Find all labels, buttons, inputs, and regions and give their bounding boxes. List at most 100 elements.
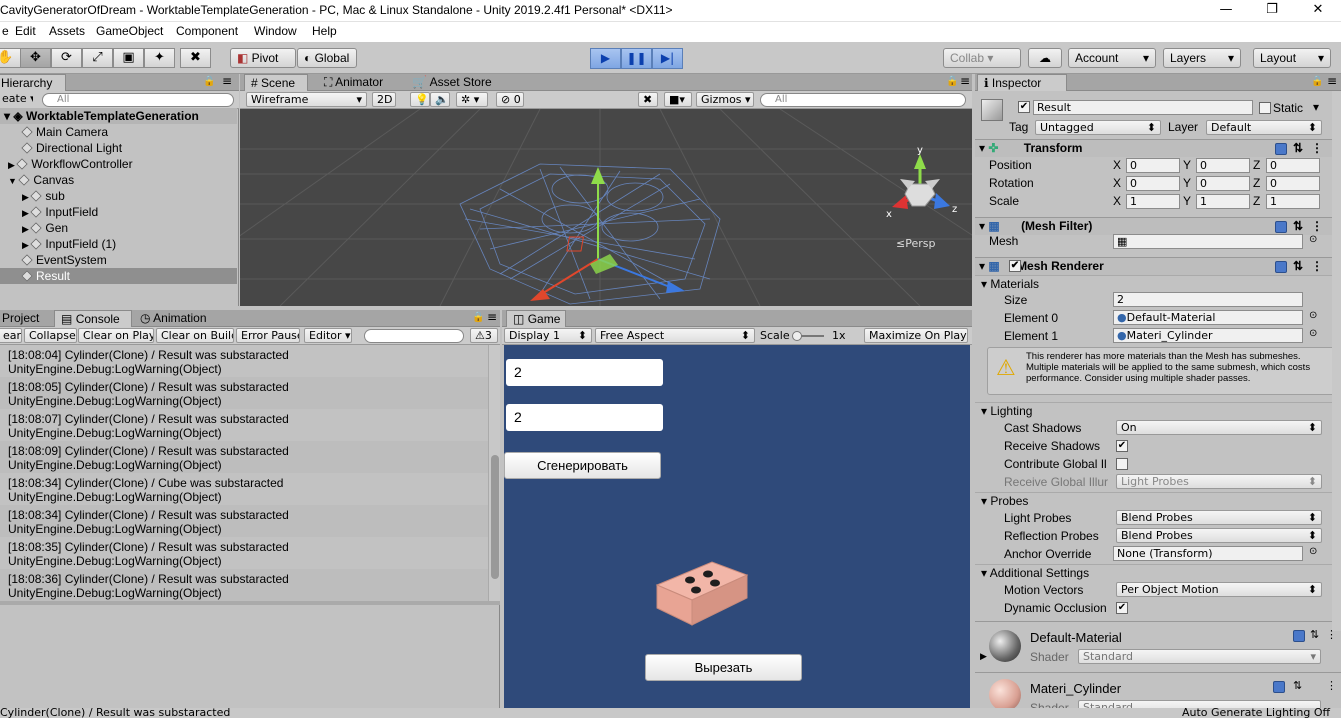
camera-dropdown-icon[interactable]: ■▾ <box>664 92 692 107</box>
object-picker-icon[interactable]: ⊙ <box>1309 234 1317 245</box>
lock-icon[interactable]: 🔒 <box>1311 76 1323 87</box>
dynamic-occlusion-checkbox[interactable]: ✔ <box>1116 602 1128 614</box>
scene-search-input[interactable]: All <box>760 93 966 107</box>
tools-icon[interactable]: ✖ <box>638 92 658 107</box>
material-section-cylinder[interactable]: Materi_Cylinder Shader Standard ⇅ ⋮ <box>975 672 1341 709</box>
lock-icon[interactable]: 🔒 <box>472 312 484 323</box>
generate-button[interactable]: Сгенерировать <box>504 452 661 479</box>
scale-tool-icon[interactable]: ⤢ <box>82 48 113 68</box>
menu-assets[interactable]: Assets <box>49 24 85 38</box>
editor-dropdown[interactable]: Editor ▾ <box>304 328 352 343</box>
minimize-button[interactable]: — <box>1203 0 1249 22</box>
cloud-button[interactable]: ☁ <box>1028 48 1062 68</box>
hierarchy-item[interactable]: Main Camera <box>0 124 237 140</box>
axis-y-label[interactable]: Y <box>1183 176 1191 190</box>
menu-component[interactable]: Component <box>176 24 238 38</box>
aspect-dropdown[interactable]: Free Aspect ⬍ <box>595 328 755 343</box>
hierarchy-item-selected[interactable]: Result <box>0 268 237 284</box>
transform-header[interactable]: ▾ ✜ Transform ⇅ ⋮ <box>975 139 1341 157</box>
mesh-filter-header[interactable]: ▾ ▦ (Mesh Filter) ⇅ ⋮ <box>975 217 1341 235</box>
menu-icon[interactable]: ≡ <box>960 74 970 88</box>
layout-dropdown[interactable]: Layout ▾ <box>1253 48 1331 68</box>
audio-toggle-icon[interactable]: 🔈 <box>430 92 450 107</box>
cast-shadows-dropdown[interactable]: On ⬍ <box>1116 420 1322 435</box>
console-entry[interactable]: [18:08:34] Cylinder(Clone) / Cube was su… <box>0 473 488 505</box>
2d-toggle[interactable]: 2D <box>372 92 396 107</box>
tag-dropdown[interactable]: Untagged ⬍ <box>1035 120 1161 135</box>
transform-rotation-z-field[interactable]: 0 <box>1266 176 1320 191</box>
menu-gameobject[interactable]: GameObject <box>96 24 163 38</box>
y-axis-handle[interactable] <box>591 167 605 184</box>
axis-x-label[interactable]: X <box>1113 194 1121 208</box>
hierarchy-search-input[interactable]: All <box>42 93 234 107</box>
transform-rotation-y-field[interactable]: 0 <box>1196 176 1250 191</box>
scene-root[interactable]: ▾ ◈ WorktableTemplateGeneration <box>0 108 237 124</box>
global-toggle[interactable]: ◐ Global <box>297 48 357 68</box>
tab-asset-store[interactable]: 🛒 Asset Store <box>406 74 502 91</box>
hierarchy-item[interactable]: ▶ sub <box>0 188 237 204</box>
contribute-gi-checkbox[interactable] <box>1116 458 1128 470</box>
hierarchy-item[interactable]: ▼ Canvas <box>0 172 237 188</box>
help-icon[interactable] <box>1293 630 1305 642</box>
pivot-toggle[interactable]: ◧ Pivot <box>230 48 296 68</box>
play-button[interactable]: ▶ <box>590 48 621 69</box>
component-menu-icon[interactable]: ⋮ <box>1311 218 1323 235</box>
collapse-toggle[interactable]: Collapse <box>24 328 77 343</box>
effects-dropdown-icon[interactable]: ✲ ▾ <box>456 92 488 107</box>
scale-slider[interactable] <box>792 331 824 341</box>
materials-foldout[interactable]: ▾ Materials <box>975 275 1341 292</box>
move-tool-icon[interactable]: ✥ <box>20 48 51 68</box>
tab-hierarchy[interactable]: Hierarchy <box>0 74 66 91</box>
count-input-1[interactable]: 2 <box>506 359 663 386</box>
close-button[interactable]: ✕ <box>1295 0 1341 22</box>
account-dropdown[interactable]: Account ▾ <box>1068 48 1156 68</box>
menu-window[interactable]: Window <box>254 24 297 38</box>
preset-icon[interactable]: ⇅ <box>1293 679 1302 692</box>
transform-position-z-field[interactable]: 0 <box>1266 158 1320 173</box>
tab-console[interactable]: ▤ Console <box>54 310 132 327</box>
collab-dropdown[interactable]: Collab ▾ <box>943 48 1021 68</box>
menu-icon[interactable]: ≡ <box>487 310 497 324</box>
mesh-field[interactable]: ▦ <box>1113 234 1303 249</box>
custom-tool-icon[interactable]: ✖ <box>180 48 211 68</box>
count-input-2[interactable]: 2 <box>506 404 663 431</box>
motion-vectors-dropdown[interactable]: Per Object Motion ⬍ <box>1116 582 1322 597</box>
z-axis-handle[interactable] <box>666 281 685 293</box>
maximize-on-play-toggle[interactable]: Maximize On Play <box>864 328 968 343</box>
shading-mode-dropdown[interactable]: Wireframe ▾ <box>246 92 367 107</box>
status-message[interactable]: Cylinder(Clone) / Result was substaracte… <box>0 708 230 718</box>
console-entry[interactable]: [18:08:07] Cylinder(Clone) / Result was … <box>0 409 488 441</box>
error-pause-toggle[interactable]: Error Pause <box>236 328 300 343</box>
axis-z-label[interactable]: Z <box>1253 194 1260 208</box>
create-dropdown[interactable]: eate ▾ <box>0 92 33 107</box>
transform-scale-y-field[interactable]: 1 <box>1196 194 1250 209</box>
shader-dropdown[interactable]: Standard ▾ <box>1078 649 1321 664</box>
tab-scene[interactable]: # Scene <box>244 74 308 91</box>
axis-z-label[interactable]: Z <box>1253 158 1260 172</box>
element0-field[interactable]: ●Default-Material <box>1113 310 1303 325</box>
console-entry[interactable]: [18:08:34] Cylinder(Clone) / Result was … <box>0 505 488 537</box>
hierarchy-item[interactable]: ▶ Gen <box>0 220 237 236</box>
reflection-probes-dropdown[interactable]: Blend Probes ⬍ <box>1116 528 1322 543</box>
hierarchy-item[interactable]: ▶ WorkflowController <box>0 156 237 172</box>
menu-edit[interactable]: Edit <box>15 24 36 38</box>
anchor-override-field[interactable]: None (Transform) <box>1113 546 1303 561</box>
clear-on-play-toggle[interactable]: Clear on Play <box>78 328 154 343</box>
hierarchy-item[interactable]: ▶ InputField (1) <box>0 236 237 252</box>
gizmos-dropdown[interactable]: Gizmos ▾ <box>696 92 754 107</box>
pause-button[interactable]: ❚❚ <box>621 48 652 69</box>
console-splitter[interactable] <box>0 601 500 605</box>
rotate-tool-icon[interactable]: ⟳ <box>51 48 82 68</box>
preset-icon[interactable]: ⇅ <box>1293 258 1303 275</box>
hierarchy-item[interactable]: EventSystem <box>0 252 237 268</box>
static-checkbox[interactable] <box>1259 102 1271 114</box>
visibility-toggle[interactable]: ⊘ 0 <box>496 92 524 107</box>
component-menu-icon[interactable]: ⋮ <box>1311 140 1323 157</box>
hand-tool-icon[interactable]: ✋ <box>0 48 21 68</box>
rect-tool-icon[interactable]: ▣ <box>113 48 144 68</box>
layer-dropdown[interactable]: Default ⬍ <box>1206 120 1322 135</box>
element1-field[interactable]: ●Materi_Cylinder <box>1113 328 1303 343</box>
light-toggle-icon[interactable]: 💡 <box>410 92 430 107</box>
scale-slider-thumb[interactable] <box>792 331 802 341</box>
lock-icon[interactable]: 🔒 <box>203 76 215 87</box>
